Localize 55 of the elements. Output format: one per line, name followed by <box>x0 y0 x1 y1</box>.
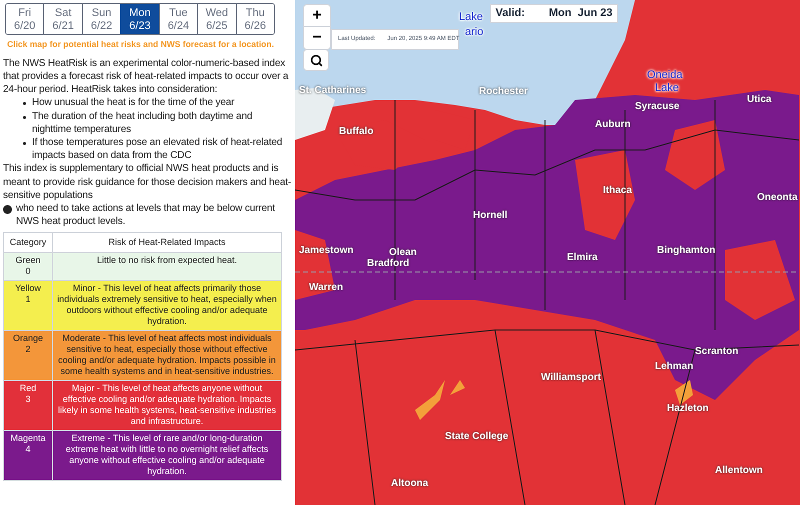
city-label: Auburn <box>595 120 631 130</box>
valid-label: Valid: <box>496 6 525 22</box>
bullet-icon <box>23 142 26 145</box>
category-name: Green <box>14 255 42 266</box>
city-label: Olean <box>389 248 417 258</box>
bullet-icon <box>23 102 26 106</box>
zoom-in-button[interactable]: + <box>304 5 330 27</box>
water-label: Oneida <box>647 70 682 81</box>
category-number: 2 <box>24 344 32 356</box>
category-name: Yellow <box>14 283 42 294</box>
city-label: St. Catharines <box>299 86 366 96</box>
category-name: Red <box>18 383 38 394</box>
city-label: Altoona <box>391 479 428 489</box>
column-header: Category <box>4 232 52 253</box>
city-label: Jamestown <box>299 246 354 256</box>
map-hint: Click map for potential heat risks and NWS forecast for a location. <box>6 38 275 51</box>
search-icon <box>310 54 322 66</box>
city-label: Oneonta <box>757 193 798 203</box>
help-icon[interactable] <box>3 204 12 214</box>
supplement-text: who need to take actions at levels that may be below current NWS heat product levels. <box>16 202 276 228</box>
water-label: Lake <box>655 83 679 94</box>
day-tab[interactable]: Mon 6/23 <box>120 4 159 34</box>
city-label: Rochester <box>479 87 528 97</box>
city-label: Lehman <box>655 362 694 372</box>
category-number: 4 <box>24 444 32 456</box>
valid-date: Mon Jun 23 <box>548 6 612 22</box>
category-name: Orange <box>12 333 44 344</box>
category-number: 3 <box>24 394 32 406</box>
city-label: Utica <box>747 95 772 105</box>
city-label: Williamsport <box>541 373 601 383</box>
city-label: Allentown <box>715 466 763 476</box>
impact-cell: Extreme - This level of rare and/or long-duration extreme heat with little to no overnight relief affects anyone without effective cooling and/or adequate hydration. <box>52 430 282 481</box>
category-number: 1 <box>24 294 32 306</box>
bullet-text: The duration of the heat including both daytime and nighttime temperatures <box>32 110 254 136</box>
city-label: Bradford <box>367 259 410 269</box>
city-label: State College <box>445 432 508 442</box>
day-tab[interactable]: Thu 6/26 <box>236 4 274 34</box>
city-label: Syracuse <box>635 102 680 112</box>
city-label: Hornell <box>473 211 508 221</box>
intro-paragraph: The NWS HeatRisk is an experimental color-numeric-based index that provides a forecast risk of heat-related impacts to occur over a 24-hour period. HeatRisk takes into consideration: <box>3 56 290 96</box>
zoom-out-button[interactable]: − <box>304 27 330 49</box>
city-label: Buffalo <box>339 127 374 137</box>
water-label: Lake <box>459 12 483 23</box>
city-label: Scranton <box>695 347 738 357</box>
water-label: ario <box>465 27 484 38</box>
city-label: Elmira <box>567 253 598 263</box>
bullet-icon <box>23 116 26 119</box>
bullet-text: How unusual the heat is for the time of the year <box>32 96 234 110</box>
column-header: Risk of Heat-Related Impacts <box>52 232 282 253</box>
search-button[interactable] <box>303 49 329 71</box>
category-name: Magenta <box>9 433 47 444</box>
category-number: 0 <box>24 266 32 278</box>
bullet-text: If those temperatures pose an elevated risk of heat-related impacts based on data from the CDC <box>32 136 284 162</box>
city-label: Warren <box>309 283 344 293</box>
city-label: Binghamton <box>657 246 716 256</box>
